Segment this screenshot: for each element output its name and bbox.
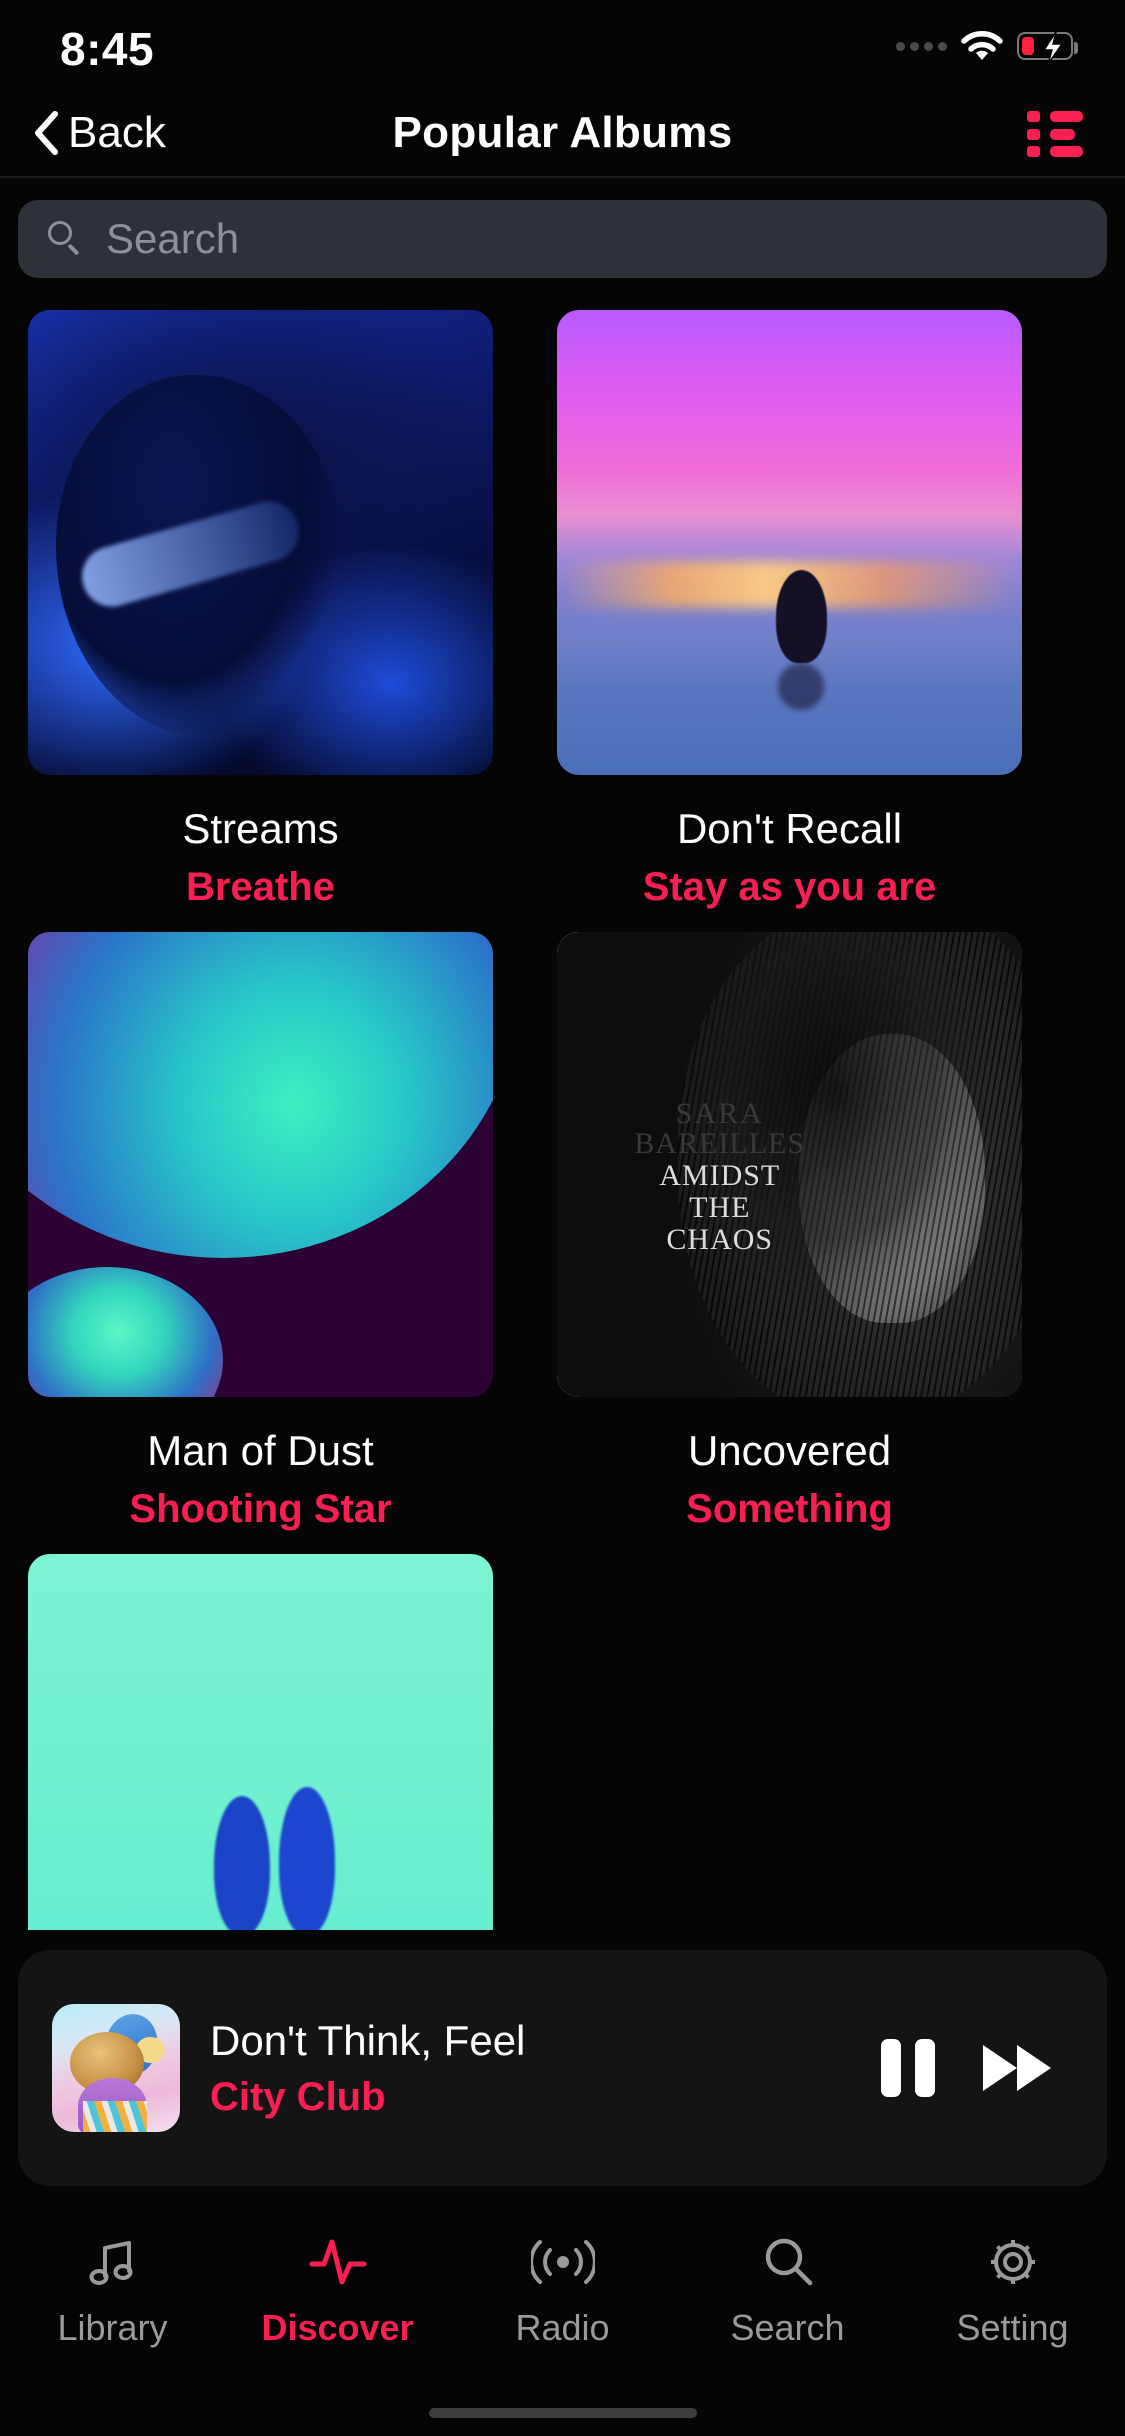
album-grid[interactable]: Streams Breathe Don't Recall Stay as you…	[0, 300, 1125, 1930]
art-caption-title-line3: CHAOS	[666, 1223, 774, 1257]
battery-charging-icon	[1017, 31, 1078, 65]
album-artwork[interactable]	[28, 310, 493, 775]
fast-forward-icon	[983, 2045, 1051, 2091]
album-card[interactable]	[28, 1554, 493, 1930]
tab-library[interactable]: Library	[0, 2202, 225, 2378]
signal-dots-icon	[896, 26, 947, 66]
album-art-caption: SARA BAREILLES AMIDST THE CHAOS	[613, 1099, 827, 1255]
album-artist: Stay as you are	[642, 865, 937, 909]
art-caption-artist-line2: BAREILLES	[634, 1127, 806, 1161]
app-screen: 8:45 Back Popular Albums Search Streams …	[0, 0, 1125, 2436]
tab-label: Search	[730, 2307, 845, 2348]
list-view-icon[interactable]	[1027, 111, 1083, 157]
mini-player-info: Don't Think, Feel City Club	[210, 2017, 877, 2120]
gear-icon	[985, 2231, 1041, 2293]
activity-pulse-icon	[308, 2231, 368, 2293]
mini-player-track-artist: City Club	[210, 2074, 386, 2119]
search-section: Search	[0, 192, 1125, 302]
tab-label: Discover	[261, 2307, 414, 2348]
status-bar-time: 8:45	[60, 23, 155, 75]
wifi-icon	[961, 30, 1003, 62]
album-card[interactable]: Man of Dust Shooting Star	[28, 932, 493, 1532]
art-caption-artist-line1: SARA	[675, 1097, 764, 1131]
page-title: Popular Albums	[392, 108, 733, 157]
radio-waves-icon	[530, 2231, 595, 2293]
status-bar-indicators	[896, 26, 1078, 66]
search-icon	[760, 2231, 816, 2293]
next-button[interactable]	[979, 2037, 1055, 2099]
tab-radio[interactable]: Radio	[450, 2202, 675, 2378]
tab-discover[interactable]: Discover	[225, 2202, 450, 2378]
album-artwork[interactable]	[557, 310, 1022, 775]
album-artwork[interactable]	[28, 932, 493, 1397]
pause-button[interactable]	[877, 2037, 939, 2099]
album-title: Uncovered	[687, 1427, 892, 1474]
album-card[interactable]: Don't Recall Stay as you are	[557, 310, 1022, 910]
album-artwork[interactable]: SARA BAREILLES AMIDST THE CHAOS	[557, 932, 1022, 1397]
album-artist: Something	[686, 1487, 893, 1531]
album-title: Man of Dust	[147, 1427, 374, 1474]
album-title: Don't Recall	[676, 805, 903, 852]
album-artist: Shooting Star	[129, 1487, 392, 1531]
album-card[interactable]: Streams Breathe	[28, 310, 493, 910]
tab-label: Radio	[515, 2307, 610, 2348]
tab-label: Setting	[956, 2307, 1069, 2348]
mini-player-controls	[877, 2037, 1073, 2099]
mini-player-track-title: Don't Think, Feel	[210, 2016, 526, 2064]
tab-setting[interactable]: Setting	[900, 2202, 1125, 2378]
mini-player[interactable]: Don't Think, Feel City Club	[18, 1950, 1107, 2186]
search-input[interactable]: Search	[18, 200, 1107, 278]
art-caption-title-line2: THE	[689, 1191, 751, 1225]
tab-bar[interactable]: Library Discover Radio Search Setting	[0, 2202, 1125, 2378]
music-note-icon	[85, 2231, 141, 2293]
mini-player-artwork[interactable]	[52, 2004, 180, 2132]
tab-search[interactable]: Search	[675, 2202, 900, 2378]
pause-icon	[881, 2039, 901, 2097]
search-icon	[48, 221, 84, 257]
album-artwork[interactable]	[28, 1554, 493, 1930]
home-indicator	[428, 2408, 697, 2418]
header-divider	[0, 176, 1125, 178]
album-card[interactable]: SARA BAREILLES AMIDST THE CHAOS Uncovere…	[557, 932, 1022, 1532]
album-title: Streams	[182, 805, 339, 852]
album-artist: Breathe	[186, 865, 335, 909]
tab-label: Library	[57, 2307, 168, 2348]
search-placeholder: Search	[106, 215, 240, 262]
navigation-bar: Back Popular Albums	[0, 92, 1125, 174]
art-caption-title-line1: AMIDST	[659, 1159, 781, 1193]
